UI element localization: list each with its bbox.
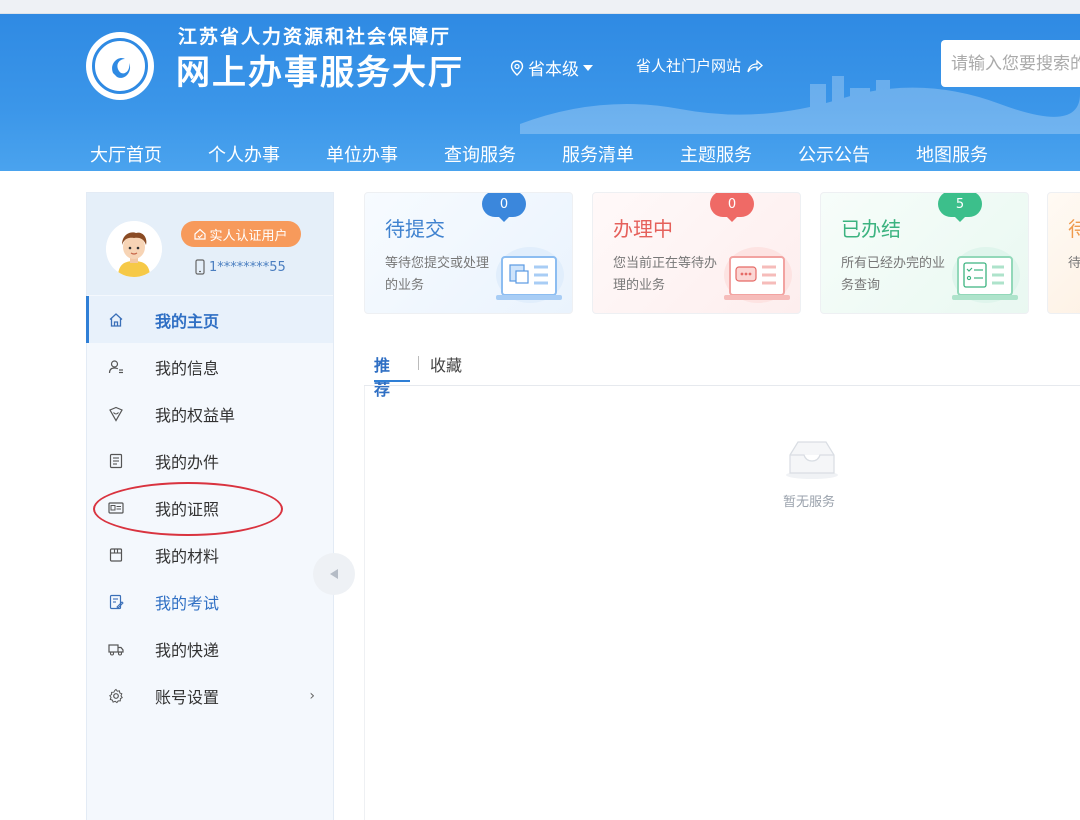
laptop-chat-icon — [724, 247, 792, 303]
sidebar-item-exams[interactable]: 我的考试 — [87, 578, 333, 625]
phone-number: 1********55 — [195, 259, 286, 275]
content-panel — [364, 386, 1080, 820]
level-select-label: 省本级 — [528, 60, 579, 80]
sidebar-item-rights[interactable]: 我的权益单 — [87, 390, 333, 437]
card-description: 待 — [1068, 256, 1080, 271]
sidebar-item-home[interactable]: 我的主页 — [86, 296, 333, 343]
sidebar-collapse-button[interactable] — [313, 553, 355, 595]
sidebar-item-express[interactable]: 我的快递 — [87, 625, 333, 672]
laptop-document-icon — [496, 247, 564, 303]
portal-link[interactable]: 省人社门户网站 — [636, 55, 763, 76]
nav-announcement[interactable]: 公示公告 — [798, 141, 870, 167]
document-icon — [107, 452, 125, 470]
search-input[interactable] — [941, 40, 1080, 87]
card-description: 等待您提交或处理的业务 — [385, 256, 490, 293]
site-title: 网上办事服务大厅 — [176, 53, 464, 93]
profile-card: 实人认证用户 1********55 — [87, 193, 333, 295]
card-count-badge: 0 — [482, 193, 526, 222]
browser-strip — [0, 0, 1080, 14]
auth-badge: 实人认证用户 — [181, 221, 301, 247]
share-arrow-icon — [747, 59, 763, 72]
avatar-boy-icon — [106, 221, 162, 277]
sidebar-item-materials[interactable]: 我的材料 — [87, 531, 333, 578]
card-title: 已办结 — [841, 217, 901, 241]
card-count-badge: 5 — [938, 193, 982, 222]
card-completed[interactable]: 5 已办结 所有已经办完的业务查询 — [820, 192, 1029, 314]
card-title: 办理中 — [613, 217, 673, 241]
location-pin-icon — [510, 59, 524, 76]
card-pending-submit[interactable]: 0 待提交 等待您提交或处理的业务 — [364, 192, 573, 314]
sidebar-item-info[interactable]: 我的信息 — [87, 343, 333, 390]
home-icon — [107, 311, 125, 329]
card-in-progress[interactable]: 0 办理中 您当前正在等待办理的业务 — [592, 192, 801, 314]
site-logo[interactable] — [86, 32, 154, 100]
exam-icon — [107, 593, 125, 611]
sidebar-item-label: 账号设置 — [155, 687, 220, 707]
nav-service-list[interactable]: 服务清单 — [562, 141, 634, 167]
archive-icon — [107, 546, 125, 564]
sidebar-item-certificates[interactable]: 我的证照 — [87, 484, 333, 531]
sidebar-item-label: 我的办件 — [155, 452, 220, 472]
verified-house-icon — [194, 228, 207, 240]
user-info-icon — [107, 358, 125, 376]
level-select[interactable]: 省本级 — [510, 55, 593, 80]
sidebar-item-label: 我的信息 — [155, 358, 220, 378]
card-title: 待提交 — [385, 217, 445, 241]
card-count-badge: 0 — [710, 193, 754, 222]
nav-home[interactable]: 大厅首页 — [90, 141, 162, 167]
tab-favorites[interactable]: 收藏 — [430, 352, 462, 376]
sidebar-item-settings[interactable]: 账号设置 › — [87, 672, 333, 719]
tab-active-indicator — [374, 380, 410, 382]
nav-theme[interactable]: 主题服务 — [680, 141, 752, 167]
nav-personal[interactable]: 个人办事 — [208, 141, 280, 167]
gear-icon — [107, 687, 125, 705]
phone-number-text: 1********55 — [209, 259, 286, 275]
nav-query[interactable]: 查询服务 — [444, 141, 516, 167]
logo-emblem-icon — [112, 57, 131, 78]
nav-company[interactable]: 单位办事 — [326, 141, 398, 167]
tab-separator — [418, 356, 419, 370]
chevron-right-icon: › — [309, 687, 315, 704]
card-description: 所有已经办完的业务查询 — [841, 256, 946, 293]
sidebar-item-label: 我的快递 — [155, 640, 220, 660]
sidebar-item-label: 我的考试 — [155, 593, 220, 613]
truck-icon — [107, 640, 125, 658]
sidebar-item-label: 我的证照 — [155, 499, 220, 519]
auth-badge-label: 实人认证用户 — [209, 228, 288, 244]
sidebar-item-cases[interactable]: 我的办件 — [87, 437, 333, 484]
sidebar-item-label: 我的权益单 — [155, 405, 236, 425]
mobile-phone-icon — [195, 259, 205, 275]
card-title: 待 — [1068, 213, 1080, 242]
empty-state-text: 暂无服务 — [783, 495, 836, 510]
triangle-left-icon — [330, 569, 338, 579]
sidebar-item-label: 我的主页 — [155, 311, 220, 331]
caret-down-icon — [583, 64, 593, 71]
card-partial[interactable]: 待 待 — [1047, 192, 1080, 314]
heart-shield-icon — [107, 405, 125, 423]
sidebar-item-label: 我的材料 — [155, 546, 220, 566]
laptop-checklist-icon — [952, 247, 1020, 303]
id-card-icon — [107, 499, 125, 517]
card-description: 您当前正在等待办理的业务 — [613, 256, 718, 293]
sidebar: 实人认证用户 1********55 我的主页 我的信息 我的权益单 我的办件 … — [86, 192, 334, 820]
avatar[interactable] — [106, 221, 162, 277]
nav-map[interactable]: 地图服务 — [916, 141, 988, 167]
portal-link-label: 省人社门户网站 — [636, 57, 742, 75]
empty-inbox-icon — [786, 441, 838, 479]
